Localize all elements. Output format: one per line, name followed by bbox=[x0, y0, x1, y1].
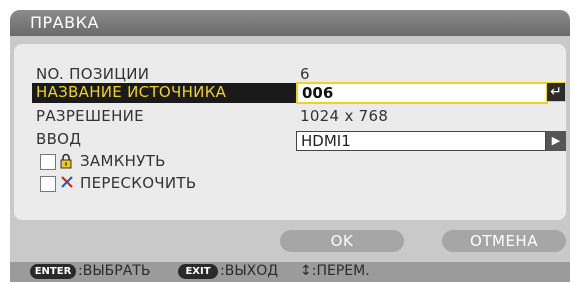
return-arrow-icon: ↵ bbox=[550, 84, 562, 100]
edit-dialog: ПРАВКА NO. ПОЗИЦИИ 6 НАЗВАНИЕ ИСТОЧНИКА … bbox=[10, 10, 570, 282]
input-label: ВВОД bbox=[36, 130, 82, 148]
dialog-title: ПРАВКА bbox=[30, 13, 99, 32]
footer-bar: ENTER :ВЫБРАТЬ EXIT :ВЫХОД ↕:ПЕРЕМ. bbox=[10, 262, 570, 282]
title-bar: ПРАВКА bbox=[10, 10, 570, 36]
source-name-label: НАЗВАНИЕ ИСТОЧНИКА bbox=[36, 83, 227, 101]
position-value: 6 bbox=[300, 65, 310, 83]
lock-checkbox[interactable] bbox=[40, 154, 56, 170]
enter-action-text: :ВЫБРАТЬ bbox=[78, 263, 151, 279]
resolution-label: РАЗРЕШЕНИЕ bbox=[36, 107, 144, 125]
ok-button[interactable]: OK bbox=[280, 230, 404, 252]
input-select[interactable]: HDMI1 bbox=[296, 131, 546, 151]
play-triangle-icon: ▶ bbox=[551, 134, 561, 147]
padlock-icon bbox=[60, 153, 72, 169]
enter-button[interactable]: ↵ bbox=[546, 82, 566, 102]
enter-key-badge: ENTER bbox=[30, 264, 76, 279]
input-select-button[interactable]: ▶ bbox=[546, 131, 566, 151]
skip-label: ПЕРЕСКОЧИТЬ bbox=[80, 174, 197, 192]
lock-label: ЗАМКНУТЬ bbox=[80, 152, 166, 170]
resolution-value: 1024 x 768 bbox=[300, 107, 389, 125]
skip-cross-icon bbox=[61, 176, 73, 188]
source-name-row-highlight[interactable]: НАЗВАНИЕ ИСТОЧНИКА bbox=[32, 83, 296, 103]
position-label: NO. ПОЗИЦИИ bbox=[36, 65, 150, 83]
cancel-button[interactable]: ОТМЕНА bbox=[442, 230, 566, 252]
move-action-text: ↕:ПЕРЕМ. bbox=[300, 263, 370, 279]
source-name-input[interactable]: 006 bbox=[296, 82, 548, 104]
exit-key-badge: EXIT bbox=[178, 264, 218, 279]
skip-checkbox[interactable] bbox=[40, 176, 56, 192]
exit-action-text: :ВЫХОД bbox=[220, 263, 279, 279]
